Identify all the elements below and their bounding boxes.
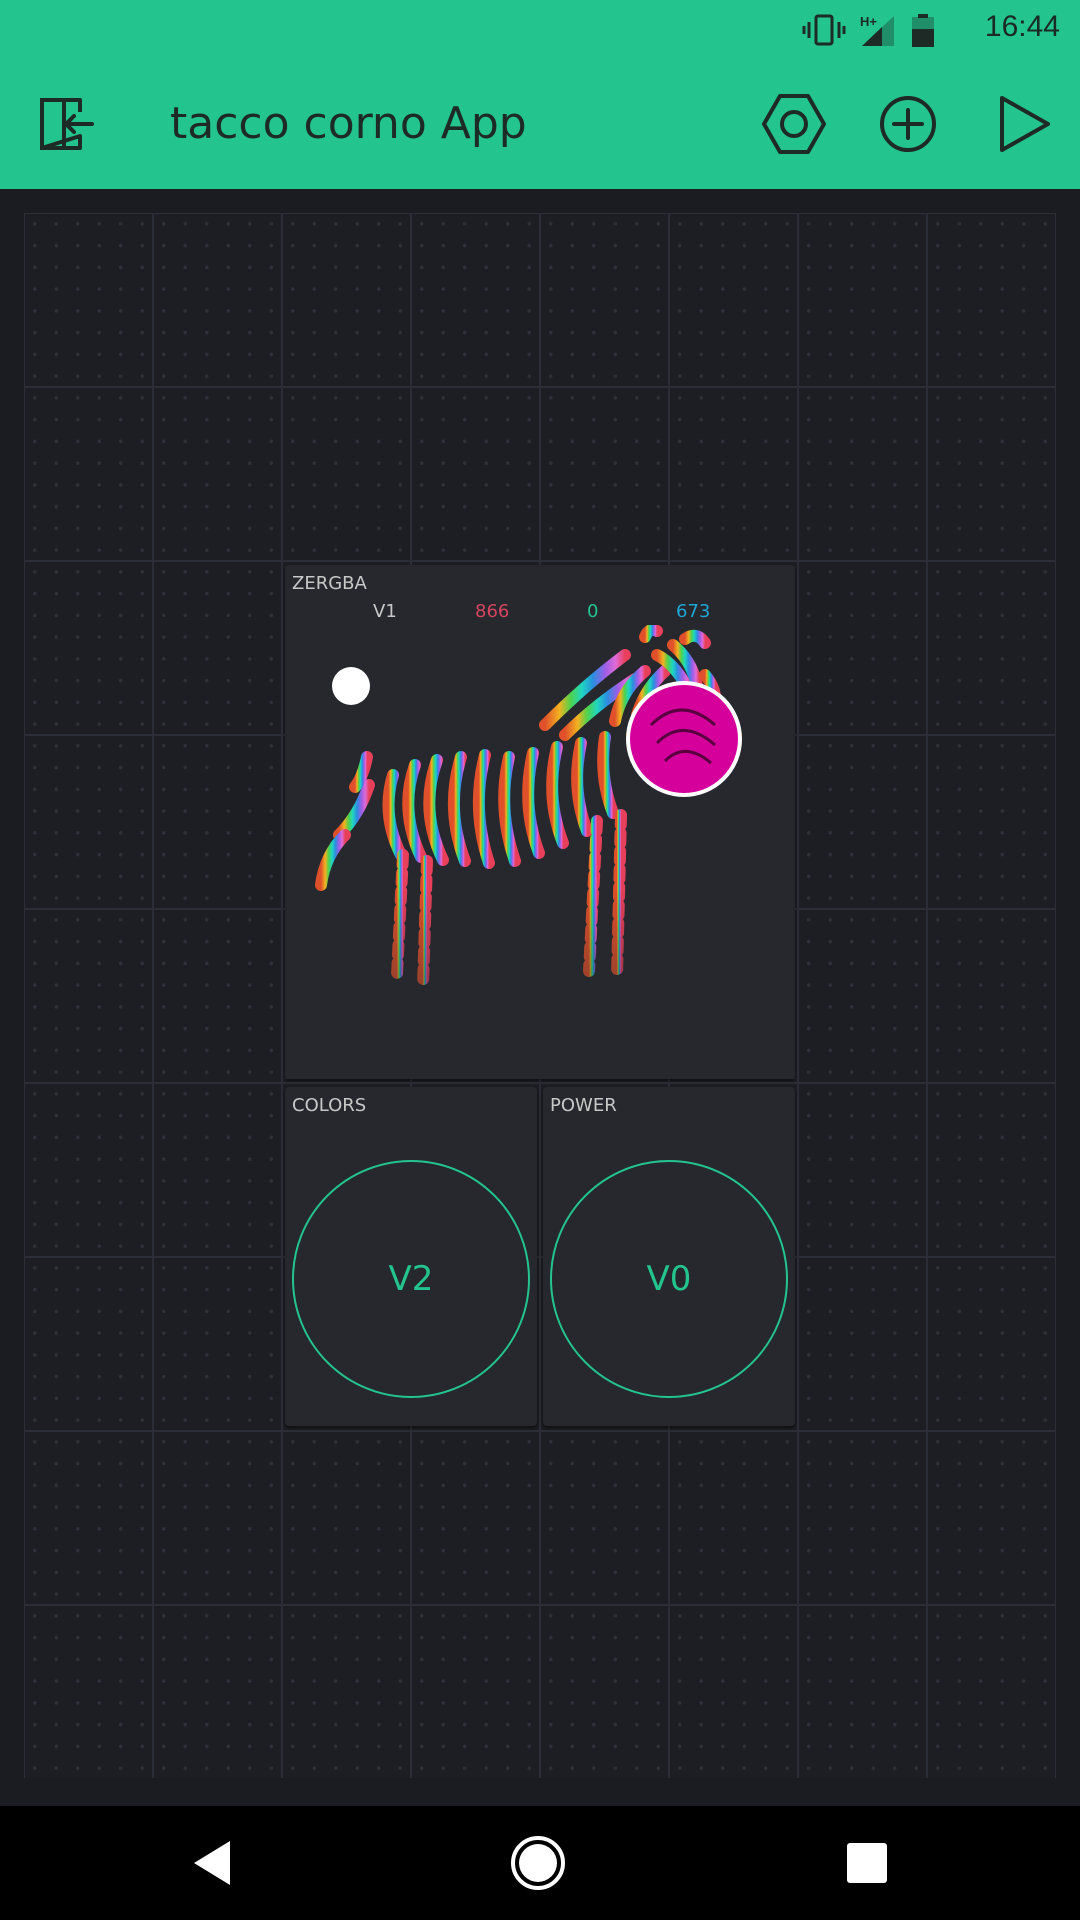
zebra-color-picker[interactable]: [285, 625, 795, 1079]
zergba-label: ZERGBA: [292, 573, 367, 594]
battery-icon: [912, 14, 934, 47]
zergba-widget[interactable]: ZERGBA V1 866 0 673: [285, 565, 795, 1079]
power-button[interactable]: V0: [550, 1160, 788, 1398]
zergba-red-value: 866: [475, 601, 510, 622]
zergba-green-value: 0: [587, 601, 599, 622]
home-icon: [511, 1836, 565, 1890]
status-time: 16:44: [984, 10, 1060, 43]
back-icon: [194, 1841, 230, 1885]
power-widget: POWER V0: [543, 1087, 795, 1426]
color-cursor[interactable]: [626, 681, 742, 797]
colors-button[interactable]: V2: [292, 1160, 530, 1398]
power-button-pin: V0: [646, 1259, 692, 1299]
zergba-blue-value: 673: [676, 601, 711, 622]
app-bar: tacco corno App: [0, 56, 1080, 189]
status-bar: H+ 16:44: [0, 0, 1080, 56]
recents-button[interactable]: [837, 1833, 897, 1893]
colors-label: COLORS: [292, 1095, 367, 1116]
nav-bar: [0, 1806, 1080, 1920]
zebra-leg-fade: [285, 885, 795, 1079]
home-button[interactable]: [508, 1833, 568, 1893]
exit-button[interactable]: [28, 86, 104, 162]
zergba-pin: V1: [373, 601, 397, 622]
zergba-values: V1 866 0 673: [285, 601, 795, 627]
play-icon: [1000, 96, 1050, 152]
brightness-cursor[interactable]: [332, 667, 370, 705]
colors-button-pin: V2: [388, 1259, 434, 1299]
status-icons: H+: [802, 14, 934, 47]
back-button[interactable]: [184, 1833, 244, 1893]
app-title: tacco corno App: [170, 98, 527, 149]
settings-hexagon-icon: [762, 94, 826, 154]
vibrate-icon: [802, 14, 846, 46]
add-widget-button[interactable]: [870, 86, 946, 162]
colors-widget: COLORS V2: [285, 1087, 537, 1426]
network-type: H+: [860, 14, 877, 29]
play-button[interactable]: [984, 86, 1060, 162]
recents-icon: [847, 1843, 887, 1883]
power-label: POWER: [550, 1095, 617, 1116]
settings-button[interactable]: [756, 86, 832, 162]
add-widget-icon: [880, 96, 936, 152]
exit-icon: [40, 98, 94, 150]
